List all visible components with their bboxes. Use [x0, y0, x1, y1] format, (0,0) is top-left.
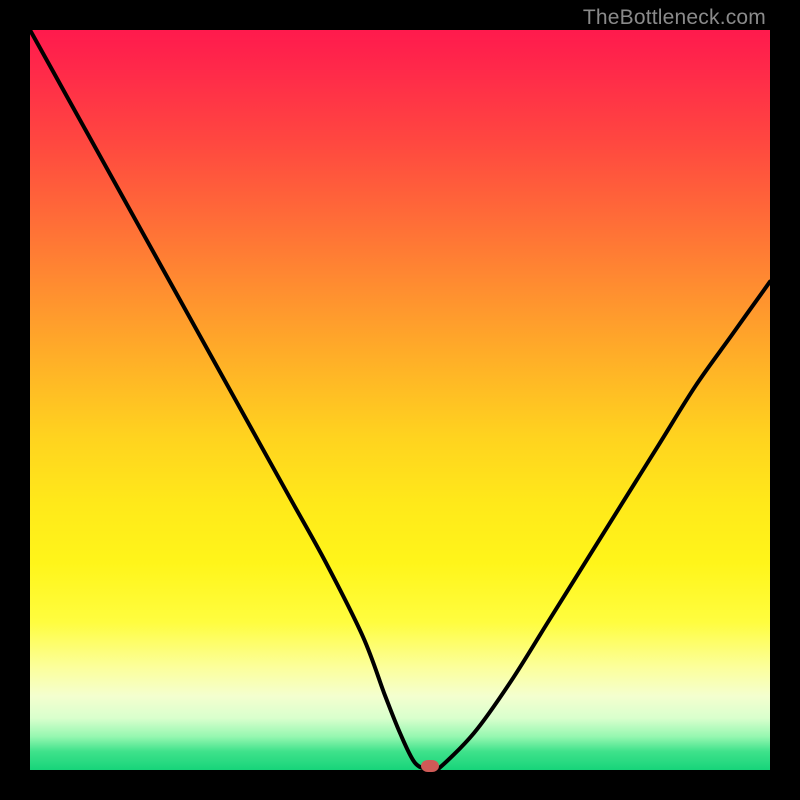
bottleneck-curve	[30, 30, 770, 770]
chart-frame: TheBottleneck.com	[0, 0, 800, 800]
curve-path	[30, 30, 770, 773]
watermark-text: TheBottleneck.com	[583, 6, 766, 30]
plot-area	[30, 30, 770, 770]
optimal-point-marker	[421, 760, 439, 772]
